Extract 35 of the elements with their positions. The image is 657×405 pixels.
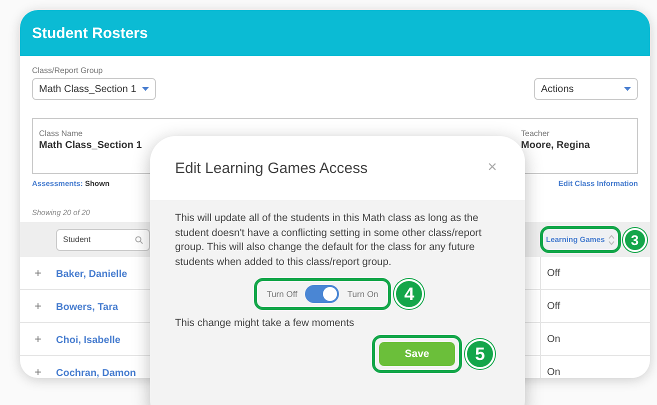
info-value: Moore, Regina [521, 140, 591, 151]
table-cell: Off [540, 290, 650, 322]
close-button[interactable]: × [488, 159, 497, 177]
dialog-note: This change might take a few moments [175, 318, 356, 329]
student-name-link[interactable]: Choi, Isabelle [56, 335, 120, 346]
info-label: Class Name [39, 129, 84, 138]
dialog-title: Edit Learning Games Access [175, 160, 368, 176]
dialog-message: This will update all of the students in this Math class as long as the student doesn't have a conflicting setting in some other class/report group. This will also change the default for the class for any future students when added to this class/report group. [175, 212, 482, 270]
table-cell: On [540, 323, 650, 355]
expand-toggle[interactable]: + [20, 266, 56, 280]
class-select[interactable]: Math Class_Section 1 [32, 78, 156, 100]
info-value: Math Class_Section 1 [39, 140, 143, 151]
save-button[interactable]: Save [379, 342, 455, 366]
field-label: Class/Report Group [32, 66, 104, 75]
page-title: Student Rosters [20, 10, 650, 56]
table-cell: On [540, 356, 650, 378]
toggle-switch[interactable] [305, 285, 340, 303]
search-icon [135, 236, 143, 244]
caret-icon [624, 87, 631, 91]
caret-icon [142, 87, 149, 91]
toggle-label: Turn On [347, 289, 378, 299]
step-badge: 3 [622, 228, 647, 252]
step-badge: 5 [465, 339, 495, 369]
student-name-link[interactable]: Baker, Danielle [56, 269, 128, 280]
expand-toggle[interactable]: + [20, 365, 56, 378]
student-search-field[interactable]: Student [56, 228, 150, 250]
step-badge: 4 [394, 279, 424, 309]
student-name-link[interactable]: Bowers, Tara [56, 302, 118, 313]
expand-toggle[interactable]: + [20, 299, 56, 313]
student-name-link[interactable]: Cochran, Damon [56, 368, 136, 378]
expand-toggle[interactable]: + [20, 332, 56, 346]
table-cell: Off [540, 257, 650, 289]
info-label: Teacher [521, 129, 550, 138]
actions-select[interactable]: Actions [534, 78, 638, 100]
toggle-label: Turn Off [266, 289, 298, 299]
